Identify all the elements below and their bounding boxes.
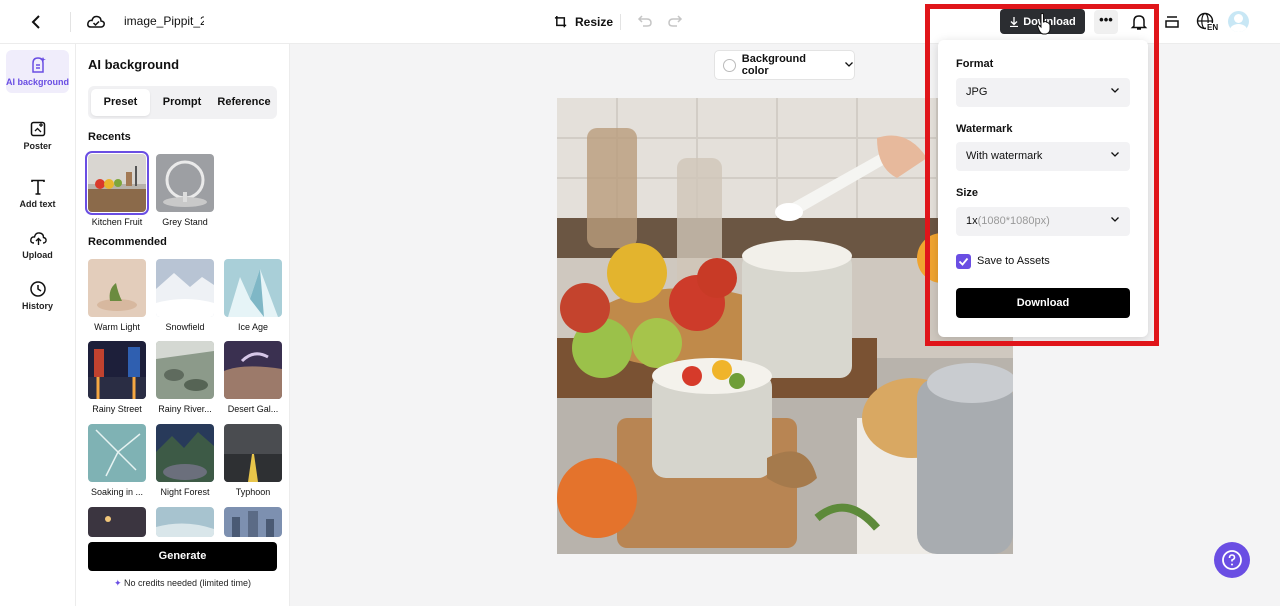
credits-note: ✦ No credits needed (limited time) — [88, 578, 277, 589]
preset-tile[interactable]: Snowfield — [156, 259, 214, 332]
tool-rail: AI background Poster Add text Upload His… — [0, 44, 76, 606]
layers-icon[interactable] — [1164, 14, 1180, 30]
rail-item-label: History — [21, 301, 53, 311]
poster-icon — [30, 121, 45, 137]
preset-tile[interactable]: Kitchen Fruit — [85, 151, 149, 227]
language-globe-icon[interactable]: EN — [1196, 12, 1220, 34]
resize-label: Resize — [575, 15, 614, 29]
panel-title: AI background — [88, 57, 180, 72]
back-arrow-icon[interactable] — [26, 12, 46, 32]
text-icon — [30, 179, 45, 195]
highlight-box — [925, 4, 1159, 346]
background-color-label: Background color — [741, 53, 806, 77]
recents-heading: Recents — [88, 131, 131, 143]
preset-thumbnail — [156, 259, 214, 317]
tab-prompt[interactable]: Prompt — [152, 89, 212, 116]
avatar[interactable] — [1228, 11, 1249, 32]
preset-tile[interactable]: Night Forest — [156, 424, 214, 497]
sparkle-icon: ✦ — [113, 578, 122, 588]
preset-thumbnail — [224, 507, 282, 537]
preset-label: Desert Gal... — [227, 404, 279, 414]
rail-item-ai-background[interactable]: AI background — [6, 50, 69, 93]
preset-label: Ice Age — [237, 322, 269, 332]
preset-tile[interactable]: Rainy Street — [88, 341, 146, 414]
preset-tile[interactable]: Warm Light — [88, 259, 146, 332]
rail-item-label: Add text — [19, 199, 56, 209]
ai-background-panel: AI background Preset Prompt Reference Re… — [76, 44, 290, 606]
cloud-save-icon[interactable] — [86, 12, 106, 32]
file-name[interactable]: image_Pippit_20 — [124, 14, 204, 28]
preset-tile[interactable]: Typhoon — [224, 424, 282, 497]
undo-icon[interactable] — [637, 13, 653, 29]
preset-thumbnail — [156, 424, 214, 482]
preset-tile[interactable] — [88, 507, 146, 537]
ai-background-icon — [31, 57, 46, 73]
rail-item-poster[interactable]: Poster — [6, 120, 69, 151]
preset-label: Grey Stand — [162, 217, 208, 227]
preset-thumbnail — [224, 259, 282, 317]
preset-thumbnail — [85, 151, 149, 215]
preset-thumbnail — [224, 424, 282, 482]
preset-thumbnail — [156, 507, 214, 537]
rail-item-label: Upload — [22, 250, 53, 260]
resize-icon — [554, 15, 567, 27]
upload-icon — [29, 232, 47, 245]
rail-item-upload[interactable]: Upload — [6, 229, 69, 260]
preset-thumbnail — [88, 259, 146, 317]
rail-item-history[interactable]: History — [6, 280, 69, 311]
generate-button[interactable]: Generate — [88, 542, 277, 571]
preset-label: Rainy River... — [158, 404, 212, 414]
preset-label: Snowfield — [165, 322, 205, 332]
preset-label: Rainy Street — [92, 404, 142, 414]
language-code: EN — [1206, 23, 1220, 32]
preset-thumbnail — [88, 341, 146, 399]
preset-thumbnail — [88, 507, 146, 537]
preset-thumbnail — [156, 154, 214, 212]
preset-tile[interactable]: Desert Gal... — [224, 341, 282, 414]
preset-label: Typhoon — [235, 487, 271, 497]
preset-tile[interactable] — [156, 507, 214, 537]
resize-button[interactable]: Resize — [554, 12, 613, 32]
preset-tile[interactable]: Rainy River... — [156, 341, 214, 414]
preset-label: Warm Light — [94, 322, 140, 332]
history-icon — [29, 281, 46, 297]
tab-reference[interactable]: Reference — [214, 89, 274, 116]
redo-icon[interactable] — [667, 13, 683, 29]
preset-thumbnail — [224, 341, 282, 399]
preset-thumbnail — [88, 424, 146, 482]
mode-tabs: Preset Prompt Reference — [88, 86, 277, 119]
preset-tile[interactable]: Soaking in ... — [88, 424, 146, 497]
preset-tile[interactable] — [224, 507, 282, 537]
background-color-button[interactable]: Background color — [714, 50, 855, 80]
preset-label: Night Forest — [160, 487, 210, 497]
preset-tile[interactable]: Ice Age — [224, 259, 282, 332]
preset-tile[interactable]: Grey Stand — [156, 154, 214, 227]
chevron-down-icon — [844, 59, 854, 72]
color-swatch-icon — [723, 58, 736, 72]
pointer-cursor-icon — [1036, 13, 1051, 35]
rail-item-add-text[interactable]: Add text — [6, 178, 69, 209]
rail-item-label: Poster — [23, 141, 52, 151]
help-icon — [1222, 550, 1242, 570]
rail-item-label: AI background — [6, 77, 70, 87]
divider — [70, 12, 71, 32]
tab-preset[interactable]: Preset — [91, 89, 150, 116]
preset-label: Soaking in ... — [90, 487, 144, 497]
recommended-heading: Recommended — [88, 236, 167, 248]
divider — [620, 14, 621, 30]
credits-note-text: No credits needed (limited time) — [124, 578, 252, 588]
help-button[interactable] — [1214, 542, 1250, 578]
preset-label: Kitchen Fruit — [91, 217, 143, 227]
preset-thumbnail — [156, 341, 214, 399]
